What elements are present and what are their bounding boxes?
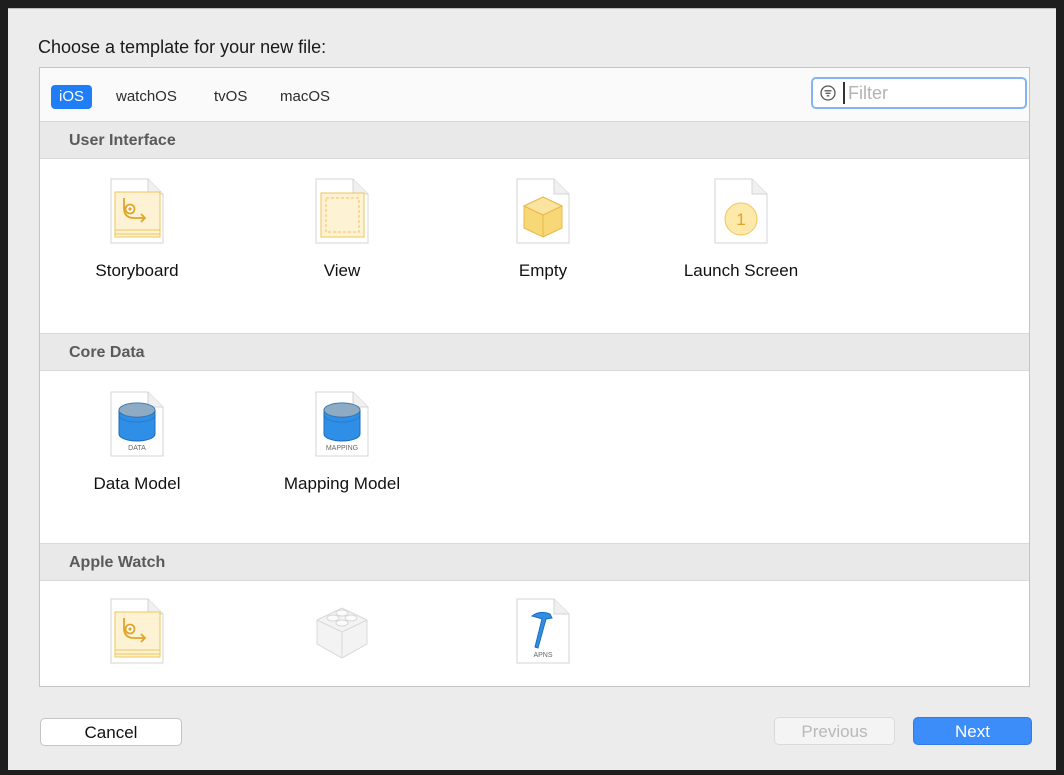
platform-tab-bar: iOS watchOS tvOS macOS bbox=[40, 68, 1029, 122]
template-mapping-model[interactable]: MAPPING Mapping Model bbox=[267, 391, 417, 511]
data-model-file-icon: DATA bbox=[110, 391, 164, 457]
apns-badge-text: APNS bbox=[533, 652, 552, 659]
section-header-apple-watch: Apple Watch bbox=[40, 543, 1029, 581]
template-view[interactable]: View bbox=[267, 178, 417, 298]
template-label: Data Model bbox=[93, 474, 181, 493]
template-label: Empty bbox=[518, 261, 568, 280]
previous-button[interactable]: Previous bbox=[774, 717, 895, 745]
section-title: Core Data bbox=[69, 344, 145, 361]
section-title: User Interface bbox=[69, 132, 176, 149]
launch-screen-file-icon: 1 bbox=[714, 178, 768, 244]
template-watch-storyboard[interactable] bbox=[62, 598, 212, 668]
template-label: Launch Screen bbox=[683, 261, 799, 280]
template-storyboard[interactable]: Storyboard bbox=[62, 178, 212, 298]
storyboard-file-icon bbox=[110, 178, 164, 244]
data-badge-text: DATA bbox=[128, 445, 146, 452]
section-header-user-interface: User Interface bbox=[40, 121, 1029, 159]
lego-brick-icon bbox=[316, 607, 368, 659]
tab-macos[interactable]: macOS bbox=[272, 85, 338, 109]
watch-storyboard-file-icon bbox=[110, 598, 164, 664]
launch-screen-badge-text: 1 bbox=[736, 210, 745, 229]
tab-tvos[interactable]: tvOS bbox=[206, 85, 255, 109]
next-button[interactable]: Next bbox=[913, 717, 1032, 745]
empty-file-icon bbox=[516, 178, 570, 244]
filter-field[interactable] bbox=[811, 77, 1027, 109]
tab-ios[interactable]: iOS bbox=[51, 85, 93, 109]
cancel-button[interactable]: Cancel bbox=[40, 718, 182, 746]
template-label: Mapping Model bbox=[283, 474, 401, 493]
filter-input[interactable] bbox=[843, 82, 1024, 104]
mapping-badge-text: MAPPING bbox=[326, 445, 358, 452]
template-launch-screen[interactable]: 1 Launch Screen bbox=[666, 178, 816, 298]
template-label: View bbox=[323, 261, 361, 280]
template-browser: iOS watchOS tvOS macOS User Interface bbox=[39, 67, 1030, 687]
template-watch-extension[interactable] bbox=[267, 598, 417, 668]
mapping-model-file-icon: MAPPING bbox=[315, 391, 369, 457]
template-label: Storyboard bbox=[95, 261, 179, 280]
apns-file-icon: APNS bbox=[516, 598, 570, 664]
template-dialog: Choose a template for your new file: iOS… bbox=[8, 8, 1056, 770]
dialog-title: Choose a template for your new file: bbox=[38, 37, 327, 57]
template-data-model[interactable]: DATA Data Model bbox=[62, 391, 212, 511]
template-apns[interactable]: APNS bbox=[468, 598, 618, 668]
section-title: Apple Watch bbox=[69, 554, 166, 571]
section-header-core-data: Core Data bbox=[40, 333, 1029, 371]
tab-watchos[interactable]: watchOS bbox=[108, 85, 185, 109]
view-file-icon bbox=[315, 178, 369, 244]
template-empty[interactable]: Empty bbox=[468, 178, 618, 298]
filter-icon bbox=[820, 85, 836, 101]
